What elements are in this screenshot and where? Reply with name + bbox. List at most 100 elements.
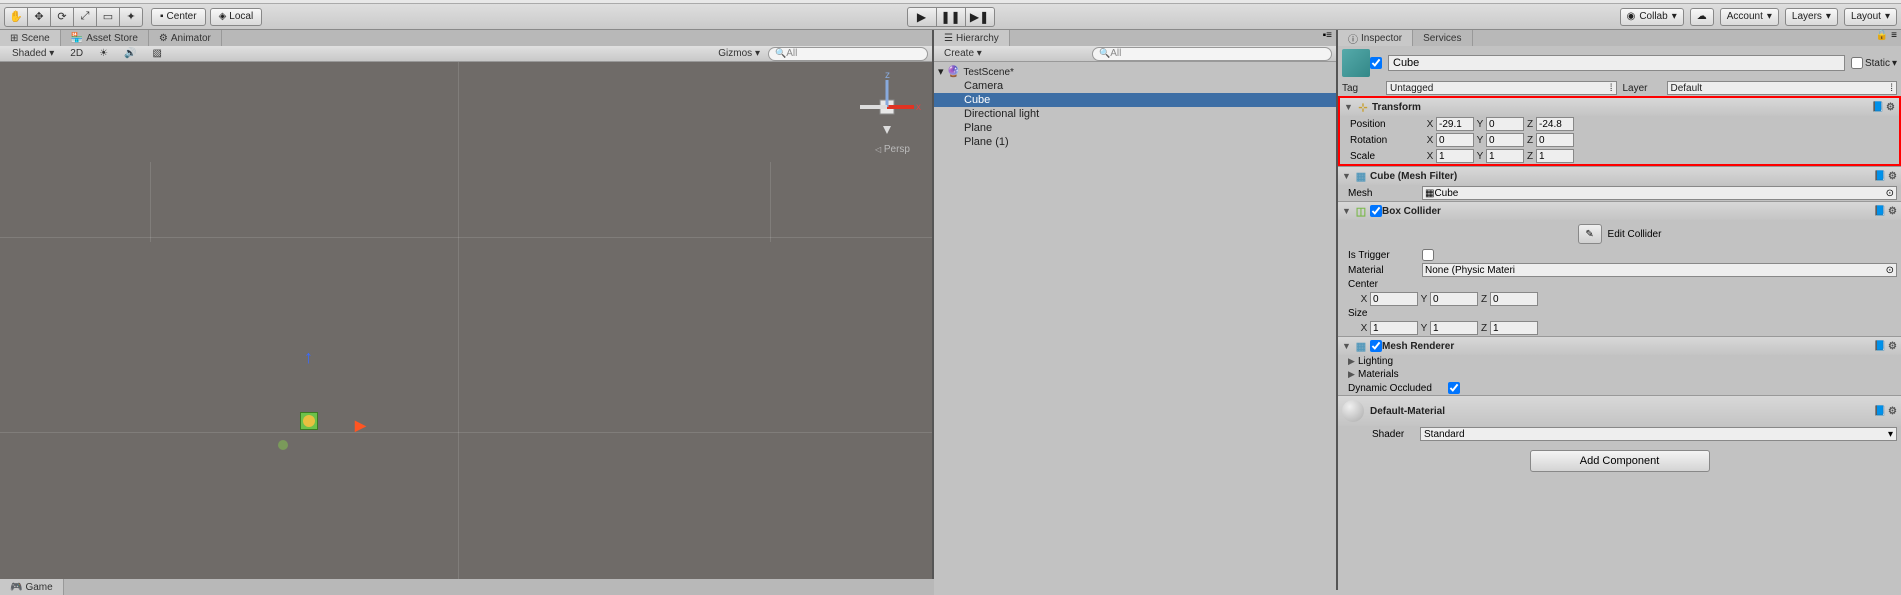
tab-game[interactable]: 🎮Game — [0, 579, 64, 595]
hierarchy-search-input[interactable]: 🔍All — [1092, 47, 1332, 61]
mesh-renderer-enabled-checkbox[interactable] — [1370, 340, 1382, 352]
shading-mode-dropdown[interactable]: Shaded ▾ — [4, 48, 62, 59]
transform-tool[interactable]: ✦ — [119, 7, 143, 27]
rect-tool[interactable]: ▭ — [96, 7, 120, 27]
help-icon[interactable]: 📘 — [1874, 206, 1886, 217]
shader-dropdown[interactable]: Standard▾ — [1420, 427, 1897, 441]
help-icon[interactable]: 📘 — [1874, 341, 1886, 352]
gear-icon[interactable]: ⚙ — [1886, 102, 1895, 113]
gear-icon[interactable]: ⚙ — [1888, 341, 1897, 352]
collider-center-y-input[interactable] — [1430, 292, 1478, 306]
position-z-input[interactable] — [1536, 117, 1574, 131]
collider-size-x-input[interactable] — [1370, 321, 1418, 335]
tab-asset-store[interactable]: 🏪Asset Store — [61, 30, 149, 46]
gameobject-name-input[interactable] — [1388, 55, 1845, 71]
create-dropdown[interactable]: Create ▾ — [938, 48, 988, 59]
move-tool[interactable]: ✥ — [27, 7, 51, 27]
physic-material-field[interactable]: None (Physic Materi⊙ — [1422, 263, 1897, 277]
fold-icon[interactable]: ▶ — [1348, 369, 1358, 380]
mesh-filter-icon: ▦ — [1354, 169, 1368, 183]
fold-icon[interactable]: ▼ — [1344, 102, 1354, 112]
gizmos-dropdown[interactable]: Gizmos ▾ — [710, 48, 768, 59]
projection-label[interactable]: ◁ Persp — [875, 144, 910, 155]
layer-dropdown[interactable]: Default⁞ — [1667, 81, 1898, 95]
tab-inspector[interactable]: ⓘInspector — [1338, 30, 1413, 46]
account-dropdown[interactable]: Account▾ — [1720, 8, 1779, 26]
edit-collider-button[interactable]: ✎ — [1578, 224, 1602, 244]
tab-hierarchy[interactable]: ☰Hierarchy — [934, 30, 1010, 46]
rotation-y-input[interactable] — [1486, 133, 1524, 147]
inspector-lock-icon[interactable]: 🔒 ≡ — [1872, 30, 1901, 46]
scale-x-input[interactable] — [1436, 149, 1474, 163]
scale-y-input[interactable] — [1486, 149, 1524, 163]
add-component-button[interactable]: Add Component — [1530, 450, 1710, 472]
box-collider-enabled-checkbox[interactable] — [1370, 205, 1382, 217]
rotation-x-input[interactable] — [1436, 133, 1474, 147]
hierarchy-item[interactable]: Plane (1) — [934, 135, 1336, 149]
orientation-gizmo[interactable]: x z — [852, 72, 922, 142]
layers-dropdown[interactable]: Layers▾ — [1785, 8, 1838, 26]
hierarchy-item[interactable]: Cube — [934, 93, 1336, 107]
mesh-filter-header[interactable]: ▼▦ Cube (Mesh Filter) 📘⚙ — [1338, 167, 1901, 185]
materials-foldout[interactable]: Materials — [1358, 369, 1399, 380]
hierarchy-item[interactable]: Directional light — [934, 107, 1336, 121]
gameobject-active-checkbox[interactable] — [1370, 57, 1382, 69]
material-header[interactable]: Default-Material 📘⚙ — [1338, 396, 1901, 426]
help-icon[interactable]: 📘 — [1874, 406, 1886, 417]
dynamic-occluded-checkbox[interactable] — [1448, 382, 1460, 394]
gear-icon[interactable]: ⚙ — [1888, 406, 1897, 417]
tag-dropdown[interactable]: Untagged⁞ — [1386, 81, 1617, 95]
hierarchy-list: ▾ 🔮 TestScene* CameraCubeDirectional lig… — [934, 62, 1336, 590]
hand-tool[interactable]: ✋ — [4, 7, 28, 27]
scene-root-item[interactable]: ▾ 🔮 TestScene* — [934, 64, 1336, 79]
box-collider-header[interactable]: ▼◫ Box Collider 📘⚙ — [1338, 202, 1901, 220]
help-icon[interactable]: 📘 — [1874, 171, 1886, 182]
audio-toggle-icon[interactable]: 🔊 — [116, 48, 144, 59]
gear-icon[interactable]: ⚙ — [1888, 206, 1897, 217]
rotate-tool[interactable]: ⟳ — [50, 7, 74, 27]
is-trigger-checkbox[interactable] — [1422, 249, 1434, 261]
step-button[interactable]: ▶❚ — [965, 7, 995, 27]
scene-viewport[interactable]: x z ◁ Persp ↑ ▶ — [0, 62, 932, 590]
lighting-foldout[interactable]: Lighting — [1358, 356, 1393, 367]
tab-scene[interactable]: ⊞Scene — [0, 30, 61, 46]
collider-center-z-input[interactable] — [1490, 292, 1538, 306]
fx-toggle-icon[interactable]: ▧ — [145, 48, 170, 59]
pause-button[interactable]: ❚❚ — [936, 7, 966, 27]
gizmo-center-handle[interactable] — [303, 415, 315, 427]
mesh-renderer-header[interactable]: ▼▦ Mesh Renderer 📘⚙ — [1338, 337, 1901, 355]
mesh-object-field[interactable]: ▦ Cube⊙ — [1422, 186, 1897, 200]
hierarchy-item[interactable]: Plane — [934, 121, 1336, 135]
cloud-button[interactable]: ☁ — [1690, 8, 1714, 26]
static-checkbox[interactable] — [1851, 57, 1863, 69]
mode-2d-toggle[interactable]: 2D — [62, 48, 91, 59]
help-icon[interactable]: 📘 — [1872, 102, 1884, 113]
gizmo-y-axis[interactable]: ↑ — [304, 347, 313, 368]
collider-center-x-input[interactable] — [1370, 292, 1418, 306]
collider-size-z-input[interactable] — [1490, 321, 1538, 335]
gizmo-z-handle[interactable] — [278, 440, 288, 450]
tab-animator[interactable]: ⚙Animator — [149, 30, 222, 46]
hierarchy-options-icon[interactable]: ▪≡ — [1319, 30, 1336, 46]
tab-services[interactable]: Services — [1413, 30, 1472, 46]
rotation-z-input[interactable] — [1536, 133, 1574, 147]
gear-icon[interactable]: ⚙ — [1888, 171, 1897, 182]
pivot-local-button[interactable]: ◈Local — [210, 8, 263, 26]
hierarchy-item[interactable]: Camera — [934, 79, 1336, 93]
scene-search-input[interactable]: 🔍All — [768, 47, 928, 61]
scale-label: Scale — [1350, 151, 1424, 162]
collab-dropdown[interactable]: ◉Collab▾ — [1620, 8, 1684, 26]
gameobject-icon[interactable] — [1342, 49, 1370, 77]
layout-dropdown[interactable]: Layout▾ — [1844, 8, 1897, 26]
pivot-center-button[interactable]: ▪Center — [151, 8, 206, 26]
lighting-toggle-icon[interactable]: ☀ — [91, 48, 116, 59]
scale-tool[interactable]: ⤢ — [73, 7, 97, 27]
position-x-input[interactable] — [1436, 117, 1474, 131]
position-y-input[interactable] — [1486, 117, 1524, 131]
play-button[interactable]: ▶ — [907, 7, 937, 27]
collider-size-y-input[interactable] — [1430, 321, 1478, 335]
fold-icon[interactable]: ▶ — [1348, 356, 1358, 367]
gizmo-x-axis[interactable]: ▶ — [355, 417, 366, 434]
transform-component-header[interactable]: ▼ ⊹ Transform 📘⚙ — [1340, 98, 1899, 116]
scale-z-input[interactable] — [1536, 149, 1574, 163]
